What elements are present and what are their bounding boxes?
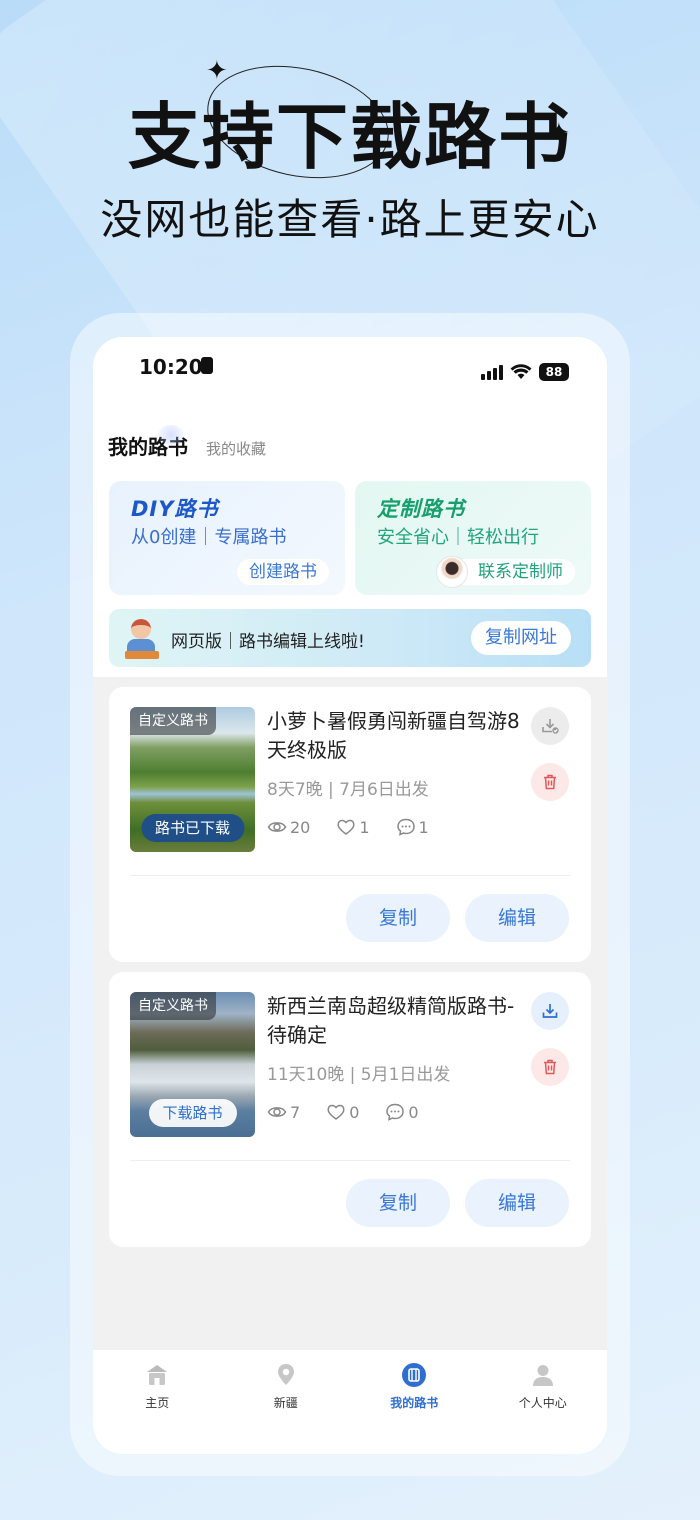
custom-roadbook-tag: 自定义路书 <box>130 992 216 1020</box>
roadbook-thumbnail[interactable]: 自定义路书 下载路书 <box>130 992 255 1137</box>
roadbook-title[interactable]: 新西兰南岛超级精简版路书-待确定 <box>267 992 527 1050</box>
diy-card-title: DIY路书 <box>131 497 219 521</box>
roadbook-stats: 20 1 1 <box>267 817 455 837</box>
comments-stat[interactable]: 1 <box>396 817 429 837</box>
roadbook-meta: 11天10晚 | 5月1日出发 <box>267 1065 451 1085</box>
tab-profile[interactable]: 个人中心 <box>479 1350 608 1454</box>
home-icon <box>147 1365 168 1385</box>
diy-card-subtitle: 从0创建｜专属路书 <box>131 527 287 548</box>
tab-profile-label: 个人中心 <box>518 1396 567 1410</box>
comment-icon <box>386 1103 405 1121</box>
roadbook-card[interactable]: 自定义路书 下载路书 新西兰南岛超级精简版路书-待确定 11天10晚 | 5月1… <box>109 972 591 1247</box>
copy-button[interactable]: 复制 <box>346 894 450 942</box>
promo-headline: 支持下载路书 <box>127 95 572 179</box>
tab-xinjiang[interactable]: 新疆 <box>222 1350 351 1454</box>
status-time: 10:20 <box>139 355 203 379</box>
roadbook-icon <box>402 1363 427 1387</box>
signal-icon <box>481 364 503 380</box>
delete-button[interactable] <box>531 763 569 801</box>
contact-planner-label: 联系定制师 <box>478 562 563 582</box>
edit-button[interactable]: 编辑 <box>465 1179 569 1227</box>
tab-my-favorites[interactable]: 我的收藏 <box>206 438 266 459</box>
comments-count: 0 <box>408 1102 419 1122</box>
downloaded-badge: 路书已下载 <box>140 814 245 842</box>
downloaded-button[interactable] <box>531 707 569 745</box>
tab-my-roadbook-label: 我的路书 <box>390 1396 439 1410</box>
wifi-icon <box>510 364 532 380</box>
banner-text: 网页版｜路书编辑上线啦! <box>171 632 365 652</box>
tab-my-roadbook-nav[interactable]: 我的路书 <box>350 1350 479 1454</box>
views-stat: 7 <box>267 1102 300 1122</box>
trash-icon <box>544 774 556 790</box>
bottom-tab-bar: 主页 新疆 我的路书 个人中心 <box>93 1350 607 1454</box>
likes-stat[interactable]: 0 <box>326 1102 359 1122</box>
roadbook-card[interactable]: 自定义路书 路书已下载 小萝卜暑假勇闯新疆自驾游8天终极版 8天7晚 | 7月6… <box>109 687 591 962</box>
delete-button[interactable] <box>531 1048 569 1086</box>
status-icons: 88 <box>481 363 569 381</box>
trash-icon <box>544 1059 556 1075</box>
copy-button[interactable]: 复制 <box>346 1179 450 1227</box>
comments-count: 1 <box>418 817 429 837</box>
comments-stat[interactable]: 0 <box>385 1102 419 1122</box>
tab-home[interactable]: 主页 <box>93 1350 222 1454</box>
custom-card-title: 定制路书 <box>377 497 465 521</box>
likes-count: 0 <box>349 1102 360 1122</box>
views-count: 7 <box>290 1102 301 1122</box>
download-button[interactable] <box>531 992 569 1030</box>
tab-home-label: 主页 <box>145 1396 170 1410</box>
create-roadbook-button[interactable]: 创建路书 <box>237 559 329 585</box>
download-roadbook-badge[interactable]: 下载路书 <box>148 1099 237 1127</box>
id-card-icon <box>201 357 213 374</box>
eye-icon <box>267 822 287 832</box>
card-divider <box>130 1160 570 1161</box>
likes-stat[interactable]: 1 <box>336 817 370 837</box>
battery-icon: 88 <box>539 363 569 381</box>
copy-url-button[interactable]: 复制网址 <box>471 621 571 655</box>
roadbook-title[interactable]: 小萝卜暑假勇闯新疆自驾游8天终极版 <box>267 707 527 765</box>
views-count: 20 <box>290 817 311 837</box>
views-stat: 20 <box>267 817 310 837</box>
tab-xinjiang-label: 新疆 <box>273 1396 298 1410</box>
roadbook-stats: 7 0 0 <box>267 1102 445 1122</box>
download-icon <box>542 1004 558 1018</box>
likes-count: 1 <box>359 817 370 837</box>
promo-subhead: 没网也能查看·路上更安心 <box>100 195 600 244</box>
diy-roadbook-card[interactable]: DIY路书 从0创建｜专属路书 创建路书 <box>109 481 345 595</box>
roadbook-meta: 8天7晚 | 7月6日出发 <box>267 780 429 800</box>
phone-screen: 10:20 88 我的路书 我的收藏 DIY路书 从0创建｜专属路书 创建路书 … <box>93 337 607 1454</box>
location-pin-icon <box>277 1364 294 1385</box>
comment-icon <box>396 818 415 836</box>
eye-icon <box>267 1107 287 1117</box>
custom-roadbook-tag: 自定义路书 <box>130 707 216 735</box>
heart-icon <box>327 1104 345 1120</box>
edit-button[interactable]: 编辑 <box>465 894 569 942</box>
custom-card-subtitle: 安全省心｜轻松出行 <box>377 527 539 548</box>
custom-roadbook-card[interactable]: 定制路书 安全省心｜轻松出行 联系定制师 <box>355 481 591 595</box>
web-version-banner: 网页版｜路书编辑上线啦! 复制网址 <box>109 609 591 667</box>
heart-icon <box>337 819 355 835</box>
segment-tabs: 我的路书 我的收藏 <box>108 425 266 460</box>
user-icon <box>532 1365 553 1386</box>
download-done-icon <box>542 719 559 734</box>
person-laptop-icon <box>121 617 161 661</box>
tab-my-roadbook[interactable]: 我的路书 <box>108 425 188 460</box>
planner-avatar <box>436 556 468 588</box>
contact-planner-button[interactable]: 联系定制师 <box>436 556 575 588</box>
roadbook-thumbnail[interactable]: 自定义路书 路书已下载 <box>130 707 255 852</box>
card-divider <box>130 875 570 876</box>
